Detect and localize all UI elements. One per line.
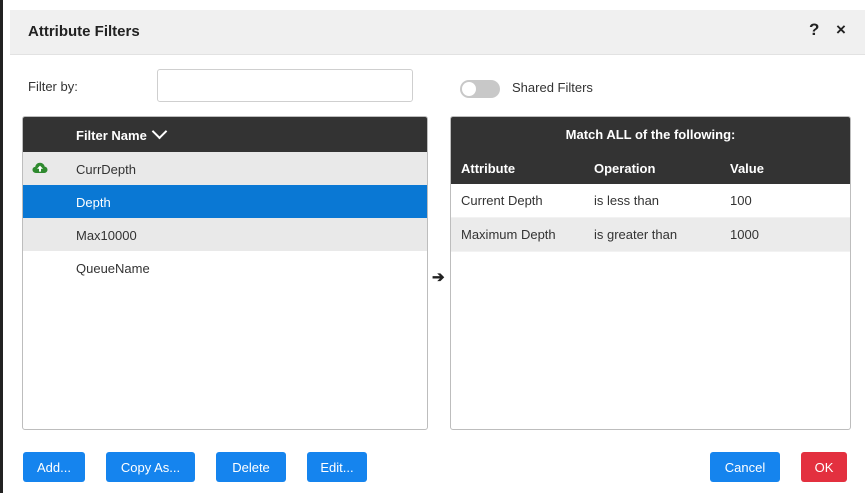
filter-row-currdepth[interactable]: CurrDepth [23, 152, 427, 185]
copy-as-button[interactable]: Copy As... [106, 452, 195, 482]
condition-value: 1000 [730, 227, 759, 242]
cloud-upload-icon [32, 162, 48, 173]
ok-button[interactable]: OK [801, 452, 847, 482]
attribute-column-header: Attribute [461, 161, 516, 176]
filter-by-label: Filter by: [28, 79, 78, 94]
shared-filters-label: Shared Filters [512, 80, 593, 95]
condition-row[interactable]: Current Depth is less than 100 [451, 184, 850, 218]
filter-list-panel: Filter Name CurrDepth Depth Max10000 Que… [22, 116, 428, 430]
filter-name-header-label: Filter Name [76, 123, 168, 143]
shared-filters-toggle[interactable] [460, 80, 500, 98]
toggle-knob [462, 82, 476, 96]
delete-button[interactable]: Delete [216, 452, 286, 482]
filter-row-queuename[interactable]: QueueName [23, 251, 427, 284]
edit-button[interactable]: Edit... [307, 452, 367, 482]
cancel-button[interactable]: Cancel [710, 452, 780, 482]
filter-row-label: Depth [76, 195, 111, 210]
close-icon[interactable]: × [836, 20, 846, 40]
filter-by-input[interactable] [157, 69, 413, 102]
operation-column-header: Operation [594, 161, 656, 176]
match-all-header: Match ALL of the following: [451, 117, 850, 152]
value-column-header: Value [730, 161, 764, 176]
condition-row[interactable]: Maximum Depth is greater than 1000 [451, 218, 850, 252]
dialog-titlebar: Attribute Filters ? × [10, 10, 865, 55]
condition-operation: is less than [594, 193, 660, 208]
filter-row-max10000[interactable]: Max10000 [23, 218, 427, 251]
arrow-right-icon: ➔ [432, 269, 445, 286]
condition-value: 100 [730, 193, 752, 208]
filter-name-column-header[interactable]: Filter Name [23, 117, 427, 152]
filter-name-header-text: Filter Name [76, 128, 147, 143]
filter-row-label: CurrDepth [76, 162, 136, 177]
attribute-filters-dialog: Attribute Filters ? × Filter by: Shared … [10, 10, 865, 493]
dialog-title: Attribute Filters [28, 23, 140, 40]
conditions-column-headers: Attribute Operation Value [451, 152, 850, 184]
conditions-panel: Match ALL of the following: Attribute Op… [450, 116, 851, 430]
help-icon[interactable]: ? [809, 20, 819, 40]
filter-row-label: Max10000 [76, 228, 137, 243]
chevron-down-icon [151, 123, 168, 140]
condition-operation: is greater than [594, 227, 678, 242]
add-button[interactable]: Add... [23, 452, 85, 482]
filter-row-label: QueueName [76, 261, 150, 276]
condition-attribute: Current Depth [461, 193, 543, 208]
filter-row-depth[interactable]: Depth [23, 185, 427, 218]
condition-attribute: Maximum Depth [461, 227, 556, 242]
window-frame-edge [0, 0, 3, 493]
